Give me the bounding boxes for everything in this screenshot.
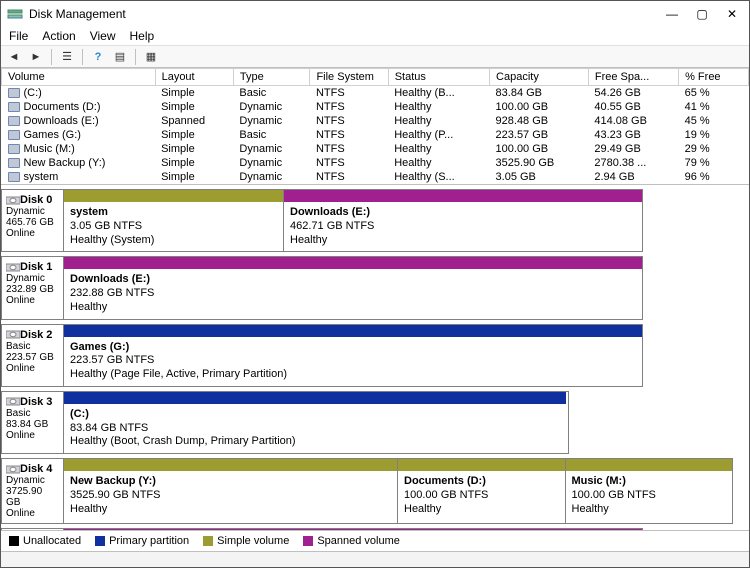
volume-row[interactable]: Documents (D:)SimpleDynamicNTFSHealthy10…	[2, 100, 749, 114]
volume-icon	[8, 144, 20, 154]
volume-row[interactable]: Games (G:)SimpleBasicNTFSHealthy (P...22…	[2, 128, 749, 142]
disk-graph: (C:)83.84 GB NTFSHealthy (Boot, Crash Du…	[63, 391, 569, 454]
toolbar: ◄ ► ☰ ? ▤ ▦	[1, 46, 749, 68]
menu-help[interactable]: Help	[130, 29, 155, 43]
column-header-type[interactable]: Type	[233, 69, 310, 86]
volume-row[interactable]: systemSimpleDynamicNTFSHealthy (S...3.05…	[2, 170, 749, 184]
volume-icon	[8, 158, 20, 168]
volume-stripe	[64, 190, 283, 202]
help-button[interactable]: ?	[89, 48, 107, 66]
disk-row-disk4: Disk 4Dynamic3725.90 GBOnlineNew Backup …	[1, 458, 749, 524]
disk-label[interactable]: Disk 1Dynamic232.89 GBOnline	[1, 256, 63, 319]
forward-button[interactable]: ►	[27, 48, 45, 66]
volume-icon	[8, 102, 20, 112]
volume-icon	[8, 172, 20, 182]
volume-block[interactable]: Downloads (E:)232.88 GB NTFSHealthy	[64, 257, 642, 318]
content-area: VolumeLayoutTypeFile SystemStatusCapacit…	[1, 68, 749, 551]
volume-stripe	[64, 459, 397, 471]
volume-row[interactable]: Downloads (E:)SpannedDynamicNTFSHealthy9…	[2, 114, 749, 128]
disk-row-disk0: Disk 0Dynamic465.76 GBOnlinesystem3.05 G…	[1, 189, 749, 252]
volume-stripe	[64, 257, 642, 269]
volume-icon	[8, 130, 20, 140]
disk-graphical-view[interactable]: Disk 0Dynamic465.76 GBOnlinesystem3.05 G…	[1, 184, 749, 530]
volume-block[interactable]: Games (G:)223.57 GB NTFSHealthy (Page Fi…	[64, 325, 642, 386]
column-header-free[interactable]: Free Spa...	[588, 69, 678, 86]
column-header-capacity[interactable]: Capacity	[490, 69, 589, 86]
refresh-button[interactable]: ☰	[58, 48, 76, 66]
app-window: Disk Management — ▢ ✕ File Action View H…	[0, 0, 750, 568]
legend: Unallocated Primary partition Simple vol…	[1, 530, 749, 551]
volume-row[interactable]: New Backup (Y:)SimpleDynamicNTFSHealthy3…	[2, 156, 749, 170]
disk-label[interactable]: Disk 0Dynamic465.76 GBOnline	[1, 189, 63, 252]
legend-simple: Simple volume	[203, 535, 289, 547]
disk-row-disk2: Disk 2Basic223.57 GBOnlineGames (G:)223.…	[1, 324, 749, 387]
disk-graph: system3.05 GB NTFSHealthy (System)Downlo…	[63, 189, 643, 252]
detail-view-button[interactable]: ▦	[142, 48, 160, 66]
volume-icon	[8, 116, 20, 126]
disk-row-disk1: Disk 1Dynamic232.89 GBOnlineDownloads (E…	[1, 256, 749, 319]
disk-graph: Games (G:)223.57 GB NTFSHealthy (Page Fi…	[63, 324, 643, 387]
volume-block[interactable]: system3.05 GB NTFSHealthy (System)	[64, 190, 284, 251]
legend-spanned: Spanned volume	[303, 535, 400, 547]
legend-primary: Primary partition	[95, 535, 189, 547]
volume-stripe	[64, 325, 642, 337]
column-header-fs[interactable]: File System	[310, 69, 388, 86]
menu-view[interactable]: View	[90, 29, 116, 43]
volume-stripe	[566, 459, 733, 471]
disk-graph: Downloads (E:)232.88 GB NTFSHealthy	[63, 256, 643, 319]
menu-bar: File Action View Help	[1, 27, 749, 46]
volume-icon	[8, 88, 20, 98]
menu-file[interactable]: File	[9, 29, 28, 43]
volume-block[interactable]: New Backup (Y:)3525.90 GB NTFSHealthy	[64, 459, 398, 523]
disk-label[interactable]: Disk 2Basic223.57 GBOnline	[1, 324, 63, 387]
volume-row[interactable]: (C:)SimpleBasicNTFSHealthy (B...83.84 GB…	[2, 86, 749, 101]
disk-label[interactable]: Disk 3Basic83.84 GBOnline	[1, 391, 63, 454]
volume-block[interactable]: Music (M:)100.00 GB NTFSHealthy	[566, 459, 733, 523]
volume-list[interactable]: VolumeLayoutTypeFile SystemStatusCapacit…	[1, 68, 749, 184]
volume-block[interactable]: Downloads (E:)462.71 GB NTFSHealthy	[284, 190, 642, 251]
disk-row-disk3: Disk 3Basic83.84 GBOnline (C:)83.84 GB N…	[1, 391, 749, 454]
menu-action[interactable]: Action	[42, 29, 75, 43]
column-header-layout[interactable]: Layout	[155, 69, 233, 86]
maximize-button[interactable]: ▢	[687, 3, 717, 25]
status-bar	[1, 551, 749, 567]
volume-stripe	[398, 459, 565, 471]
titlebar: Disk Management — ▢ ✕	[1, 1, 749, 27]
legend-unallocated: Unallocated	[9, 535, 81, 547]
volume-row[interactable]: Music (M:)SimpleDynamicNTFSHealthy100.00…	[2, 142, 749, 156]
app-icon	[7, 6, 23, 22]
volume-stripe	[64, 392, 566, 404]
disk-label[interactable]: Disk 4Dynamic3725.90 GBOnline	[1, 458, 63, 524]
volume-block[interactable]: Documents (D:)100.00 GB NTFSHealthy	[398, 459, 566, 523]
list-view-button[interactable]: ▤	[111, 48, 129, 66]
volume-stripe	[284, 190, 642, 202]
column-header-status[interactable]: Status	[388, 69, 489, 86]
back-button[interactable]: ◄	[5, 48, 23, 66]
column-header-volume[interactable]: Volume	[2, 69, 156, 86]
column-header-pct[interactable]: % Free	[679, 69, 749, 86]
window-title: Disk Management	[29, 7, 657, 21]
disk-graph: New Backup (Y:)3525.90 GB NTFSHealthyDoc…	[63, 458, 733, 524]
minimize-button[interactable]: —	[657, 3, 687, 25]
close-button[interactable]: ✕	[717, 3, 747, 25]
volume-block[interactable]: (C:)83.84 GB NTFSHealthy (Boot, Crash Du…	[64, 392, 566, 453]
